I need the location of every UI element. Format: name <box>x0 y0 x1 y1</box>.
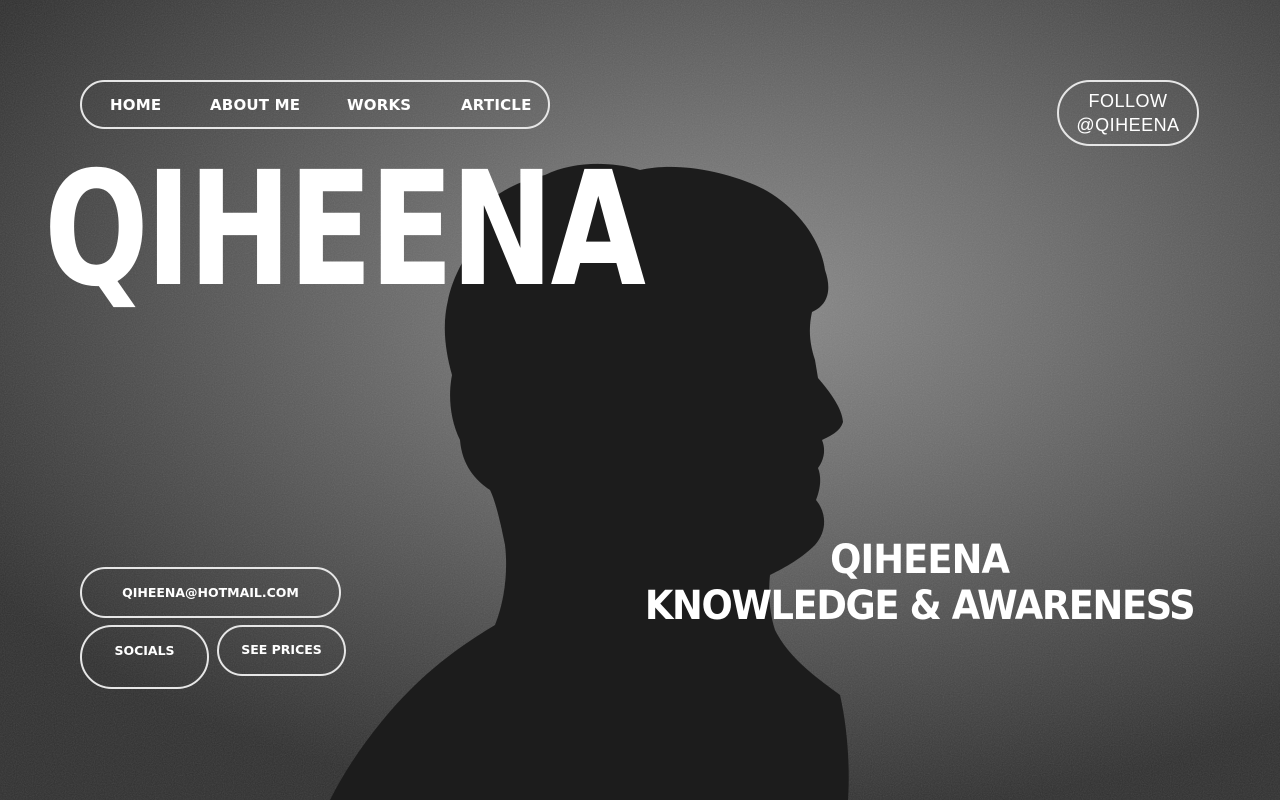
follow-label: FOLLOW <box>1088 91 1168 111</box>
follow-handle: @QIHEENA <box>1076 115 1180 135</box>
main-nav: HOME ABOUT ME WORKS ARTICLE <box>80 80 550 129</box>
nav-home-link[interactable]: HOME <box>110 82 161 131</box>
socials-button[interactable]: SOCIALS <box>80 625 209 689</box>
tagline-motto: KNOWLEDGE & AWARENESS <box>644 583 1196 629</box>
follow-button[interactable]: FOLLOW @QIHEENA <box>1057 80 1199 146</box>
see-prices-button[interactable]: SEE PRICES <box>217 625 346 676</box>
email-button[interactable]: QIHEENA@HOTMAIL.COM <box>80 567 341 618</box>
nav-about-link[interactable]: ABOUT ME <box>210 82 300 131</box>
hero-page: HOME ABOUT ME WORKS ARTICLE FOLLOW @QIHE… <box>0 0 1280 800</box>
see-prices-label: SEE PRICES <box>241 642 322 657</box>
brand-title: QIHEENA <box>44 138 646 322</box>
nav-article-link[interactable]: ARTICLE <box>461 82 532 131</box>
email-label: QIHEENA@HOTMAIL.COM <box>122 585 299 600</box>
socials-label: SOCIALS <box>114 643 175 658</box>
tagline-name: QIHEENA <box>829 537 1010 583</box>
tagline: QIHEENA KNOWLEDGE & AWARENESS <box>621 538 1218 630</box>
nav-works-link[interactable]: WORKS <box>347 82 411 131</box>
